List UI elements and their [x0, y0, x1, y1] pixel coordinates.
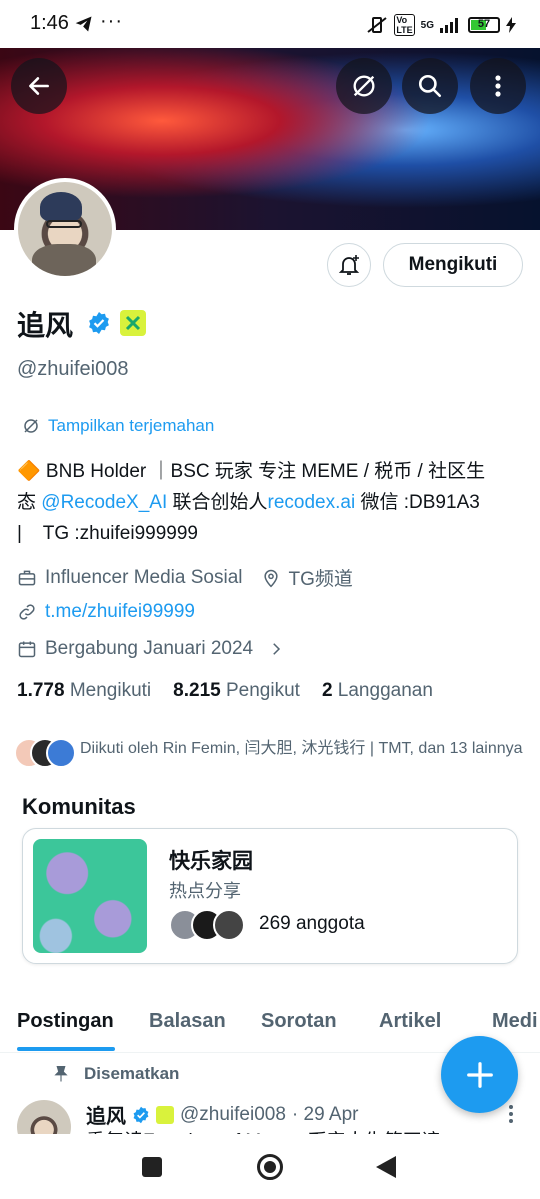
profile-handle: @zhuifei008 [17, 358, 129, 380]
profile-name: 追风 [17, 310, 74, 341]
notification-bell-button[interactable] [327, 243, 371, 287]
follower-avatars [14, 736, 80, 770]
system-nav-bar [0, 1134, 540, 1199]
link-row: t.me/zhuifei99999 [17, 601, 195, 623]
battery-icon: 57 [468, 17, 500, 33]
plus-icon [466, 1061, 493, 1088]
bio-line-1: 🔶 BNB Holder ｜BSC 玩家 专注 MEME / 税币 / 社区生 [17, 461, 486, 482]
subscriptions-stat[interactable]: 2 Langganan [322, 680, 433, 702]
back-button[interactable] [11, 58, 67, 114]
profile-avatar[interactable] [14, 178, 116, 280]
joined-date: Bergabung Januari 2024 [45, 638, 254, 659]
member-avatar [213, 909, 245, 941]
volte-icon: Vo LTE [394, 14, 415, 36]
status-time: 1:46 [30, 12, 69, 34]
network-type: 5G [420, 19, 434, 31]
signal-icon [440, 18, 458, 33]
post-author-handle: @zhuifei008 [180, 1103, 286, 1125]
search-icon [418, 74, 442, 98]
active-tab-indicator [17, 1047, 115, 1051]
community-image [33, 839, 147, 953]
compose-button[interactable] [441, 1036, 518, 1113]
tab-articles[interactable]: Artikel [379, 1010, 441, 1033]
affiliate-badge-icon[interactable] [120, 310, 146, 336]
post-header: 追风 @zhuifei008 · 29 Apr [86, 1100, 358, 1129]
community-name: 快乐家园 [169, 850, 253, 873]
status-icons: Vo LTE 5G 57 [366, 14, 516, 36]
show-translation-label[interactable]: Tampilkan terjemahan [48, 416, 214, 436]
category-row: Influencer Media Sosial TG频道 [17, 564, 353, 591]
charging-icon [506, 17, 516, 33]
calendar-icon [18, 641, 36, 658]
recents-button[interactable] [142, 1157, 162, 1177]
follow-stats: 1.778 Mengikuti 8.215 Pengikut 2 Langgan… [17, 680, 433, 702]
site-link[interactable]: recodex.ai [268, 492, 356, 513]
following-stat[interactable]: 1.778 Mengikuti [17, 680, 151, 702]
profile-link[interactable]: t.me/zhuifei99999 [45, 601, 195, 623]
back-nav-button[interactable] [375, 1155, 397, 1179]
briefcase-icon [18, 570, 36, 585]
post-more-icon[interactable] [508, 1104, 514, 1124]
link-icon [19, 604, 35, 620]
profile-category: Influencer Media Sosial [45, 566, 243, 588]
verified-badge-icon[interactable] [87, 311, 111, 335]
location-icon [263, 569, 278, 587]
community-section-title: Komunitas [22, 794, 136, 819]
more-options-button[interactable] [470, 58, 526, 114]
chevron-right-icon [273, 643, 281, 655]
community-members: 269 anggota [259, 913, 365, 934]
no-translate-icon [353, 75, 375, 97]
status-bar: 1:46 ··· Vo LTE 5G 57 [0, 0, 540, 48]
tab-highlights[interactable]: Sorotan [261, 1010, 337, 1033]
follower-avatar [46, 738, 76, 768]
telegram-icon [75, 16, 92, 32]
more-vertical-icon [495, 75, 501, 97]
joined-row[interactable]: Bergabung Januari 2024 [17, 638, 285, 660]
vibrate-icon [367, 17, 387, 33]
post-date: · 29 Apr [291, 1103, 359, 1125]
home-button[interactable] [257, 1154, 283, 1180]
community-subtitle: 热点分享 [169, 881, 241, 901]
bio-line-2: 态 @RecodeX_AI 联合创始人recodex.ai 微信 :DB91A3 [17, 492, 480, 513]
translate-toggle-button[interactable] [336, 58, 392, 114]
community-card[interactable]: 快乐家园 热点分享 269 anggota [22, 828, 518, 964]
verified-badge-icon [133, 1106, 149, 1123]
more-notifications-icon: ··· [100, 10, 123, 32]
tab-media[interactable]: Medi [492, 1010, 538, 1033]
arrow-left-icon [29, 77, 49, 95]
bell-plus-icon [338, 255, 360, 275]
search-button[interactable] [402, 58, 458, 114]
no-translate-icon [24, 419, 38, 433]
tab-replies[interactable]: Balasan [149, 1010, 226, 1033]
mention-link[interactable]: @RecodeX_AI [41, 492, 167, 513]
followed-by-text: Diikuti oleh Rin Femin, 闫大胆, 沐光钱行 | TMT,… [80, 740, 523, 757]
show-translation-link[interactable]: Tampilkan terjemahan [22, 416, 214, 436]
pinned-indicator: Disematkan [52, 1064, 179, 1084]
post-text: 重复读Freedom of Money 币安人生第四遍 [86, 1126, 506, 1134]
affiliate-badge-icon [156, 1105, 174, 1124]
post-author-name[interactable]: 追风 [86, 1100, 126, 1129]
profile-bio: 🔶 BNB Holder ｜BSC 玩家 专注 MEME / 税币 / 社区生 … [17, 456, 527, 549]
pinned-label: Disematkan [84, 1064, 180, 1083]
pin-icon [54, 1065, 68, 1082]
profile-location: TG频道 [288, 569, 353, 590]
bio-line-3: | TG :zhuifei999999 [17, 523, 198, 544]
tab-posts[interactable]: Postingan [17, 1010, 114, 1033]
following-button[interactable]: Mengikuti [383, 243, 523, 287]
followers-stat[interactable]: 8.215 Pengikut [173, 680, 300, 702]
followed-by-row[interactable]: Diikuti oleh Rin Femin, 闫大胆, 沐光钱行 | TMT,… [14, 736, 528, 770]
